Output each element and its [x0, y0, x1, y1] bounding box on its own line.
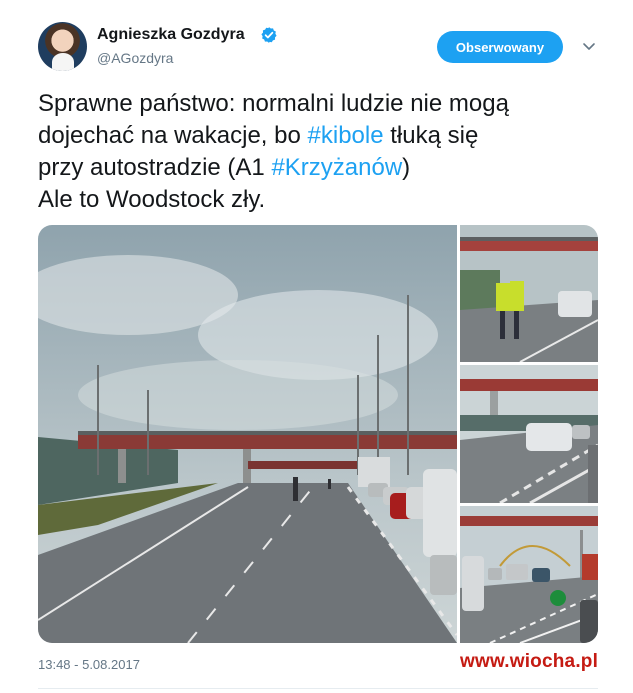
tweet-text: Sprawne państwo: normalni ludzie nie mog… [38, 88, 598, 216]
chevron-down-icon[interactable] [581, 38, 597, 54]
author-name[interactable]: Agnieszka Gozdyra [97, 26, 245, 44]
tweet-line: dojechać na wakacje, bo #kibole tłuką si… [38, 120, 598, 152]
author-handle[interactable]: @AGozdyra [97, 50, 173, 66]
tweet-line: przy autostradzie (A1 #Krzyżanów) [38, 152, 598, 184]
divider [38, 688, 598, 689]
tweet-timestamp[interactable]: 13:48 - 5.08.2017 [38, 657, 140, 672]
tweet-photo-police[interactable] [460, 225, 598, 362]
tweet-card: Agnieszka Gozdyra @AGozdyra Obserwowany … [0, 0, 633, 693]
tweet-line: Sprawne państwo: normalni ludzie nie mog… [38, 90, 509, 117]
tweet-text-segment: tłuką się [383, 122, 479, 149]
hashtag-link-krzyzanow[interactable]: #Krzyżanów [271, 154, 402, 181]
tweet-photo-traffic[interactable] [460, 506, 598, 643]
tweet-text-segment: ) [402, 154, 411, 181]
traffic-photo-image [460, 506, 598, 643]
highway-photo-image [38, 225, 457, 643]
police-photo-image [460, 225, 598, 362]
site-watermark: www.wiocha.pl [460, 651, 599, 672]
tweet-photo-main[interactable] [38, 225, 457, 643]
following-button[interactable]: Obserwowany [437, 31, 563, 63]
hashtag-link-kibole[interactable]: #kibole [308, 122, 384, 149]
tweet-text-segment: dojechać na wakacje, bo [38, 122, 308, 149]
tweet-photo-police-car[interactable] [460, 365, 598, 503]
avatar[interactable] [38, 22, 87, 71]
police-car-photo-image [460, 365, 598, 503]
verified-badge-icon [261, 27, 277, 43]
tweet-text-segment: przy autostradzie (A1 [38, 154, 272, 181]
tweet-line: Ale to Woodstock zły. [38, 186, 266, 213]
